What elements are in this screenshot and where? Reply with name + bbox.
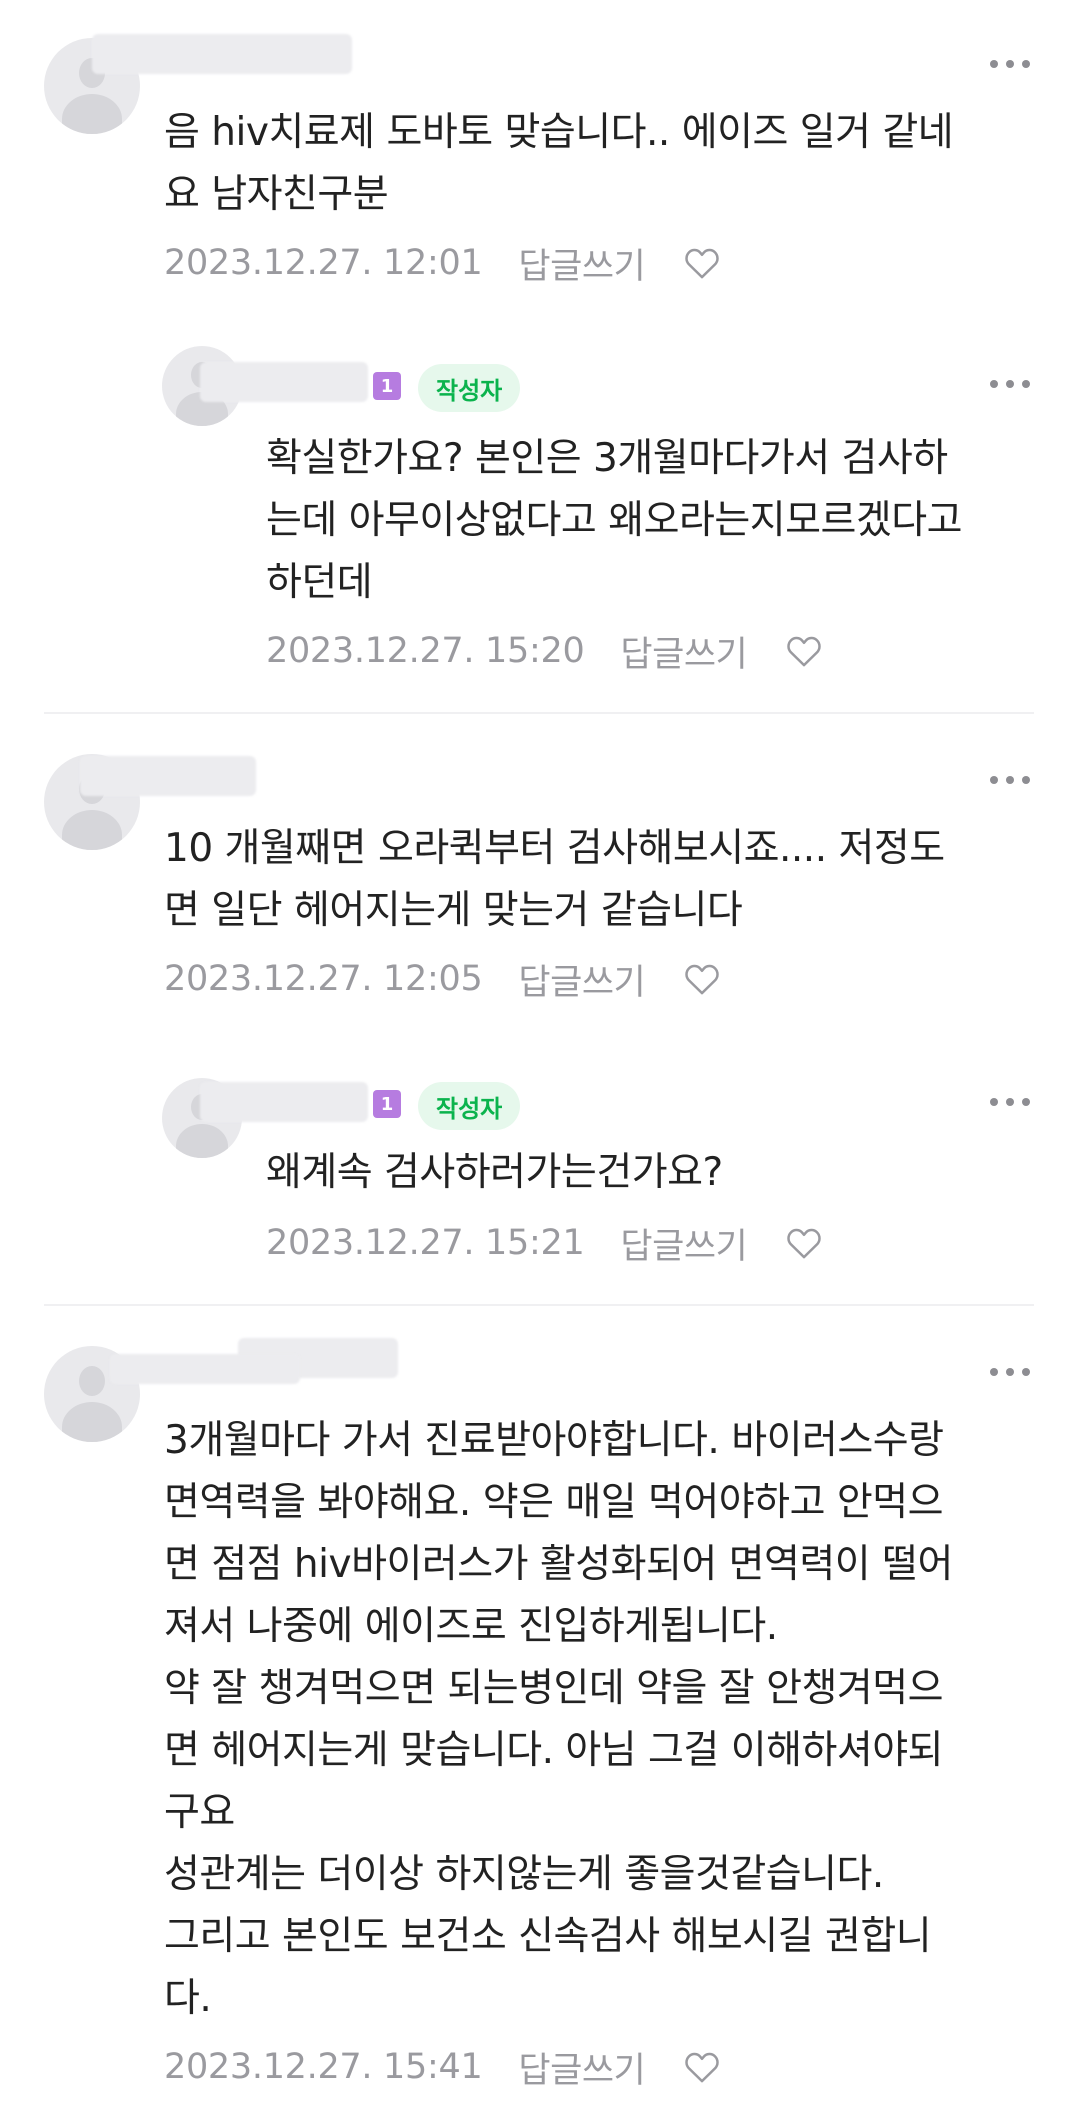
reply-button[interactable]: 답글쓰기 [620,1218,747,1269]
author-name-redacted[interactable] [200,362,368,402]
reply-button[interactable]: 답글쓰기 [518,238,645,289]
comment-text: 음 hiv치료제 도바토 맞습니다.. 에이즈 일거 같네 요 남자친구분 [164,110,954,217]
comment-thread: 음 hiv치료제 도바토 맞습니다.. 에이즈 일거 같네 요 남자친구분 20… [0,0,1079,2110]
reply-text: 왜계속 검사하러가는건가요? [266,1150,723,1195]
level-badge: 1 [373,1090,401,1118]
reply-button[interactable]: 답글쓰기 [518,2042,645,2093]
more-options-icon[interactable] [990,378,1030,390]
reply-meta: 2023.12.27. 15:20 답글쓰기 [266,626,825,676]
reply-date: 2023.12.27. 15:21 [266,1223,585,1263]
comment-date: 2023.12.27. 15:41 [164,2047,483,2087]
more-options-icon[interactable] [990,1366,1030,1378]
author-name-redacted[interactable] [200,1082,368,1122]
comment-date: 2023.12.27. 12:01 [164,243,483,283]
comment-meta: 2023.12.27. 15:41 답글쓰기 [164,2042,723,2092]
reply-button[interactable]: 답글쓰기 [620,626,747,677]
comment-text: 10 개월째면 오라퀵부터 검사해보시죠.... 저정도 면 일단 헤어지는게 … [164,826,945,933]
reply-button[interactable]: 답글쓰기 [518,954,645,1005]
heart-outline-icon[interactable] [783,631,825,671]
level-badge: 1 [373,372,401,400]
author-badge: 작성자 [418,1082,521,1130]
author-name-redacted[interactable] [110,1354,300,1384]
reply-text: 확실한가요? 본인은 3개월마다가서 검사하 는데 아무이상없다고 왜오라는지모… [266,436,963,605]
heart-outline-icon[interactable] [783,1223,825,1263]
comment-date: 2023.12.27. 12:05 [164,959,483,999]
more-options-icon[interactable] [990,58,1030,70]
heart-outline-icon[interactable] [681,2047,723,2087]
heart-outline-icon[interactable] [681,959,723,999]
author-name-redacted[interactable] [80,756,256,796]
reply-date: 2023.12.27. 15:20 [266,631,585,671]
divider [44,1304,1034,1306]
heart-outline-icon[interactable] [681,243,723,283]
comment-text: 3개월마다 가서 진료받아야합니다. 바이러스수랑 면역력을 봐야해요. 약은 … [164,1418,953,2021]
more-options-icon[interactable] [990,774,1030,786]
author-name-redacted[interactable] [92,34,352,74]
divider [44,712,1034,714]
more-options-icon[interactable] [990,1096,1030,1108]
comment-meta: 2023.12.27. 12:05 답글쓰기 [164,954,723,1004]
reply-meta: 2023.12.27. 15:21 답글쓰기 [266,1218,825,1268]
comment-meta: 2023.12.27. 12:01 답글쓰기 [164,238,723,288]
author-badge: 작성자 [418,364,521,412]
